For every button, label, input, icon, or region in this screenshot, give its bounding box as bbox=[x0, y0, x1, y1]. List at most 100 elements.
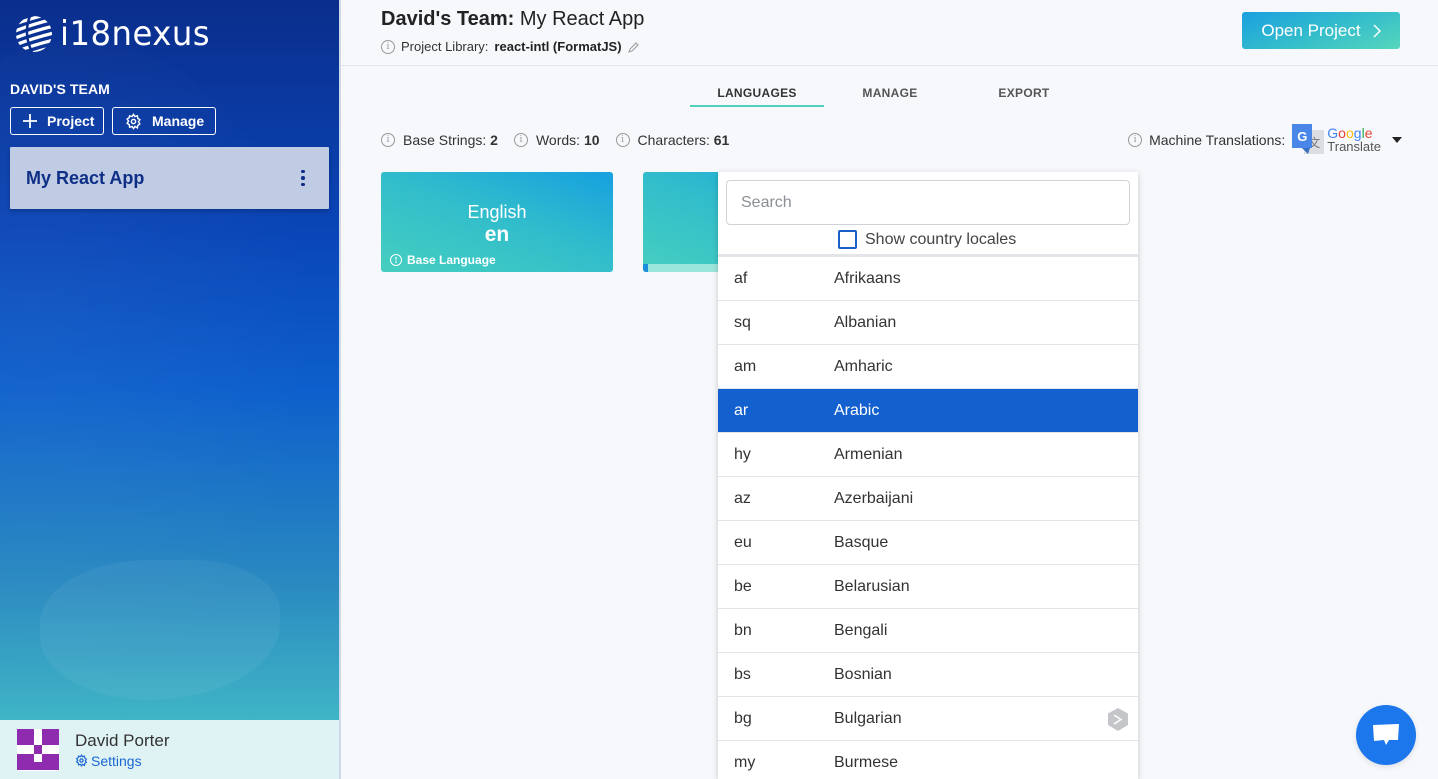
info-icon[interactable]: i bbox=[381, 133, 395, 147]
tab-bar: LANGUAGES MANAGE EXPORT bbox=[690, 86, 1092, 107]
page-header: David's Team: My React App i Project Lib… bbox=[341, 0, 1438, 66]
user-name: David Porter bbox=[75, 730, 170, 750]
add-project-button[interactable]: Project bbox=[10, 107, 104, 135]
language-option-code: bg bbox=[734, 709, 752, 727]
characters-value: 61 bbox=[713, 132, 730, 148]
info-icon: ! bbox=[390, 254, 402, 266]
language-option-name: Amharic bbox=[834, 357, 893, 375]
brand-name: i18nexus bbox=[60, 14, 211, 54]
language-option-bg[interactable]: bg Bulgarian bbox=[718, 697, 1138, 741]
info-icon[interactable]: i bbox=[513, 133, 528, 147]
machine-translations: i Machine Translations: 文 G Google Trans… bbox=[1128, 124, 1402, 156]
info-icon[interactable]: i bbox=[1128, 133, 1143, 147]
language-option-code: sq bbox=[734, 313, 751, 331]
library-label: Project Library: bbox=[401, 39, 489, 54]
project-name: My React App bbox=[26, 167, 145, 188]
project-library: i Project Library: react-intl (FormatJS) bbox=[381, 39, 640, 54]
language-option-eu[interactable]: eu Basque bbox=[718, 521, 1138, 565]
settings-label: Settings bbox=[91, 752, 142, 769]
show-country-locales-toggle[interactable]: Show country locales bbox=[838, 230, 1016, 249]
language-option-code: my bbox=[734, 753, 756, 771]
characters-label: Characters: bbox=[637, 132, 710, 148]
manage-team-label: Manage bbox=[152, 113, 205, 129]
base-language-label: Base Language bbox=[407, 253, 496, 267]
tab-export[interactable]: EXPORT bbox=[956, 86, 1092, 107]
language-option-code: ar bbox=[734, 401, 749, 419]
chat-support-button[interactable] bbox=[1356, 705, 1416, 765]
base-strings-value: 2 bbox=[490, 132, 498, 148]
language-option-code: am bbox=[734, 357, 757, 375]
language-list: af Afrikaans sq Albanian am Amharic ar Arabic hy… bbox=[718, 257, 1138, 779]
tab-manage[interactable]: MANAGE bbox=[824, 86, 956, 107]
language-option-name: Albanian bbox=[834, 313, 897, 331]
language-option-az[interactable]: az Azerbaijani bbox=[718, 477, 1138, 521]
provider-name: Google bbox=[1327, 125, 1373, 141]
show-country-locales-checkbox[interactable] bbox=[838, 230, 857, 249]
user-bar: David Porter Settings bbox=[0, 720, 341, 779]
words-label: Words: bbox=[535, 132, 581, 148]
language-option-name: Afrikaans bbox=[834, 269, 901, 287]
info-icon[interactable]: i bbox=[615, 133, 630, 147]
background-continent bbox=[40, 560, 280, 700]
language-option-my[interactable]: my Burmese bbox=[718, 741, 1138, 779]
add-project-label: Project bbox=[47, 113, 95, 129]
team-name: David's Team: bbox=[381, 8, 515, 30]
sidebar: i18nexus DAVID'S TEAM Project Manage My … bbox=[0, 0, 341, 779]
manage-team-button[interactable]: Manage bbox=[112, 107, 216, 135]
avatar[interactable] bbox=[17, 728, 59, 771]
language-option-name: Bosnian bbox=[834, 665, 892, 683]
language-name: English bbox=[467, 202, 527, 222]
language-option-bs[interactable]: bs Bosnian bbox=[718, 653, 1138, 697]
more-options-icon[interactable] bbox=[293, 166, 313, 190]
base-language-tag: ! Base Language bbox=[390, 253, 496, 267]
language-option-hy[interactable]: hy Armenian bbox=[718, 433, 1138, 477]
stat-characters: i Characters: 61 bbox=[615, 132, 730, 148]
stat-words: i Words: 10 bbox=[513, 132, 600, 148]
language-option-code: bs bbox=[734, 665, 751, 683]
language-option-sq[interactable]: sq Albanian bbox=[718, 301, 1138, 345]
chevron-right-icon bbox=[1373, 23, 1381, 38]
gear-icon bbox=[75, 754, 88, 767]
language-option-name: Burmese bbox=[834, 753, 899, 771]
language-option-code: eu bbox=[734, 533, 752, 551]
language-option-am[interactable]: am Amharic bbox=[718, 345, 1138, 389]
gear-icon bbox=[126, 112, 141, 130]
language-option-ar[interactable]: ar Arabic bbox=[718, 389, 1138, 433]
language-option-code: af bbox=[734, 269, 748, 287]
pencil-edit-icon[interactable] bbox=[627, 41, 640, 53]
project-stats: i Base Strings: 2 i Words: 10 i Characte… bbox=[381, 132, 729, 148]
tab-languages[interactable]: LANGUAGES bbox=[690, 86, 824, 107]
language-option-name: Azerbaijani bbox=[834, 489, 914, 507]
language-option-code: bn bbox=[734, 621, 752, 639]
chat-bubble-icon bbox=[1373, 724, 1399, 745]
language-code: en bbox=[484, 223, 510, 246]
language-option-af[interactable]: af Afrikaans bbox=[718, 257, 1138, 301]
open-project-button[interactable]: Open Project bbox=[1242, 12, 1400, 49]
language-option-name: Arabic bbox=[834, 401, 880, 419]
brand-logo[interactable]: i18nexus bbox=[14, 14, 218, 54]
google-translate-selector[interactable]: 文 G Google Translate bbox=[1292, 124, 1402, 156]
info-icon[interactable]: i bbox=[381, 39, 395, 54]
language-option-bn[interactable]: bn Bengali bbox=[718, 609, 1138, 653]
language-card-english[interactable]: English en ! Base Language bbox=[381, 172, 613, 272]
share-hexagon-icon[interactable] bbox=[1106, 707, 1130, 733]
language-option-name: Armenian bbox=[834, 445, 903, 463]
language-picker-dropdown: Show country locales af Afrikaans sq Albani… bbox=[718, 172, 1138, 779]
google-translate-icon: 文 G bbox=[1292, 124, 1325, 156]
base-strings-label: Base Strings: bbox=[403, 132, 487, 148]
caret-down-icon[interactable] bbox=[1392, 137, 1402, 143]
globe-logo-icon bbox=[16, 15, 52, 53]
library-value: react-intl (FormatJS) bbox=[494, 39, 622, 54]
background-globe bbox=[0, 40, 320, 740]
progress-fill bbox=[643, 264, 648, 272]
page-title: David's Team: My React App bbox=[381, 8, 644, 31]
project-card[interactable]: My React App bbox=[10, 147, 329, 209]
settings-link[interactable]: Settings bbox=[75, 753, 169, 769]
provider-subtitle: Translate bbox=[1327, 139, 1381, 154]
words-value: 10 bbox=[583, 132, 600, 148]
open-project-label: Open Project bbox=[1261, 20, 1361, 40]
language-search-input[interactable] bbox=[726, 180, 1130, 225]
language-option-code: be bbox=[734, 577, 752, 595]
machine-translations-label: Machine Translations: bbox=[1149, 132, 1286, 148]
language-option-be[interactable]: be Belarusian bbox=[718, 565, 1138, 609]
